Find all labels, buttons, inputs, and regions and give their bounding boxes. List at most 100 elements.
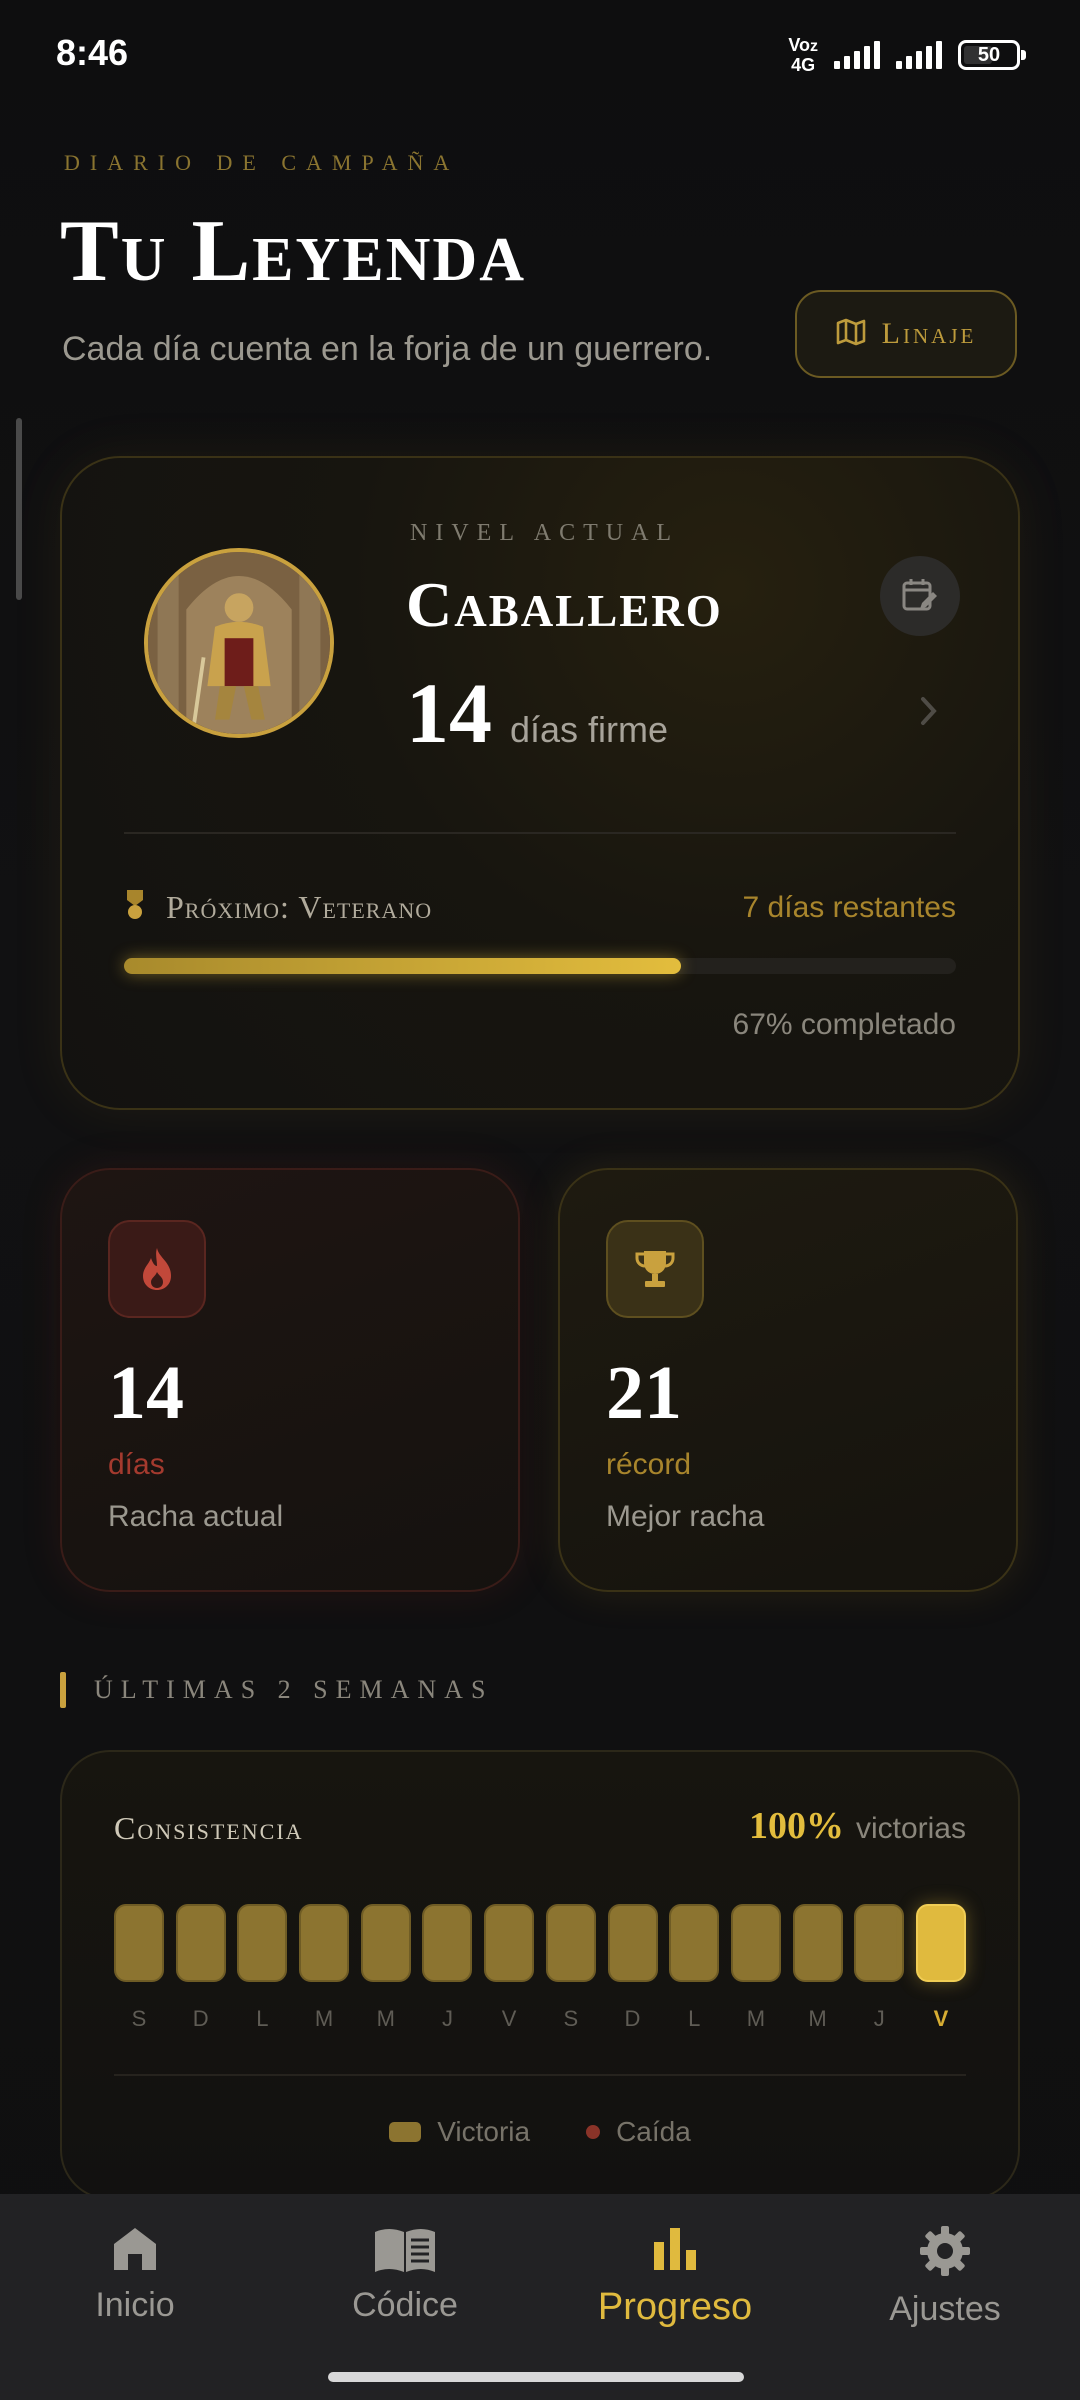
day-letter: J xyxy=(873,2006,885,2031)
knight-avatar xyxy=(144,548,334,738)
best-streak-unit: récord xyxy=(606,1448,692,1481)
best-streak-value: 21 xyxy=(606,1351,682,1435)
trophy-icon xyxy=(635,1251,675,1287)
level-days: 14 días firme xyxy=(406,670,668,756)
day-block: L xyxy=(237,1904,288,2032)
legend-fall-label: Caída xyxy=(616,2116,691,2147)
level-days-unit: días firme xyxy=(510,709,669,750)
lineage-button[interactable]: Linaje xyxy=(795,290,1017,378)
page-subtitle: Cada día cuenta en la forja de un guerre… xyxy=(62,330,713,368)
day-letter: V xyxy=(501,2006,517,2031)
signal-icon xyxy=(834,41,880,69)
consistency-summary: 100% victorias xyxy=(749,1804,966,1848)
day-block: L xyxy=(669,1904,720,2032)
nav-item-progreso[interactable]: Progreso xyxy=(540,2224,810,2329)
nav-item-codice[interactable]: Códice xyxy=(270,2224,540,2325)
bottom-nav: Inicio Códice Progreso Ajustes xyxy=(0,2194,1080,2400)
day-letter: L xyxy=(256,2006,269,2031)
edit-calendar-icon xyxy=(902,579,937,611)
nav-item-inicio[interactable]: Inicio xyxy=(0,2224,270,2325)
level-name: Caballero xyxy=(406,569,723,640)
day-block: J xyxy=(854,1904,905,2032)
scrollbar[interactable] xyxy=(16,418,22,600)
consistency-title: Consistencia xyxy=(114,1810,304,1846)
section-accent-bar xyxy=(60,1672,66,1708)
day-block: V xyxy=(484,1904,535,2032)
day-letter: M xyxy=(376,2006,395,2031)
current-streak-value: 14 xyxy=(108,1351,184,1435)
nav-item-ajustes[interactable]: Ajustes xyxy=(810,2224,1080,2329)
day-letter: D xyxy=(192,2006,209,2031)
day-block: M xyxy=(730,1904,781,2032)
day-letter: M xyxy=(808,2006,827,2031)
legend-victory-swatch xyxy=(389,2122,422,2142)
nav-label-codice: Códice xyxy=(352,2286,458,2324)
network-type: Voz 4G xyxy=(788,35,818,75)
weeks-heading: ÚLTIMAS 2 SEMANAS xyxy=(94,1675,494,1704)
consistency-legend: Victoria Caída xyxy=(62,2116,1018,2148)
level-card: NIVEL ACTUAL Caballero 14 días firme Pró… xyxy=(60,456,1020,1110)
nav-label-inicio: Inicio xyxy=(95,2286,175,2324)
day-block: M xyxy=(360,1904,411,2032)
day-letter: L xyxy=(688,2006,701,2031)
day-letter: M xyxy=(746,2006,766,2031)
level-days-number: 14 xyxy=(406,665,492,761)
best-streak-caption: Mejor racha xyxy=(606,1500,765,1533)
flame-icon-box xyxy=(108,1220,206,1318)
day-result-victoria xyxy=(175,1904,226,1982)
next-level-row: Próximo: Veterano 7 días restantes xyxy=(124,888,956,927)
legend-fall-swatch xyxy=(586,2125,601,2139)
day-letter: M xyxy=(314,2006,334,2031)
day-block: M xyxy=(299,1904,350,2032)
day-result-victoria xyxy=(484,1904,535,1982)
days-remaining: 7 días restantes xyxy=(742,890,956,924)
lineage-button-label: Linaje xyxy=(881,317,977,350)
day-letter: S xyxy=(131,2006,147,2031)
consistency-divider xyxy=(114,2074,966,2076)
nav-label-ajustes: Ajustes xyxy=(889,2290,1001,2328)
level-divider xyxy=(124,832,956,834)
day-result-victoria xyxy=(854,1904,905,1982)
level-progress-bar xyxy=(124,958,956,974)
day-result-victoria xyxy=(299,1904,350,1982)
day-block: V xyxy=(915,1904,966,2032)
day-result-victoria xyxy=(607,1904,658,1982)
day-result-victoria xyxy=(545,1904,596,1982)
day-block: D xyxy=(607,1904,658,2032)
medal-icon xyxy=(124,888,146,927)
current-streak-card: 14 días Racha actual xyxy=(60,1168,520,1592)
day-letter: J xyxy=(441,2006,453,2031)
day-result-victoria xyxy=(792,1904,843,1982)
day-result-victoria xyxy=(237,1904,288,1982)
progress-percent: 67% completado xyxy=(732,1008,956,1041)
page-title: Tu Leyenda xyxy=(60,203,526,300)
day-block: S xyxy=(114,1904,164,2032)
battery-level: 50 xyxy=(977,43,1001,66)
signal-icon-2 xyxy=(896,41,942,69)
day-result-victoria xyxy=(114,1904,164,1982)
book-icon xyxy=(375,2229,435,2272)
trophy-icon-box xyxy=(606,1220,704,1318)
next-level-label: Próximo: Veterano xyxy=(166,889,433,925)
bar-chart-icon xyxy=(654,2228,696,2270)
day-result-victoria xyxy=(360,1904,411,1982)
gear-icon xyxy=(920,2226,970,2276)
level-eyebrow: NIVEL ACTUAL xyxy=(410,520,680,546)
chevron-right-icon[interactable] xyxy=(918,694,940,733)
day-letter: D xyxy=(624,2006,641,2031)
page-eyebrow: DIARIO DE CAMPAÑA xyxy=(64,150,460,175)
home-indicator[interactable] xyxy=(328,2372,744,2382)
nav-label-progreso: Progreso xyxy=(597,2286,753,2328)
edit-calendar-button[interactable] xyxy=(880,556,960,636)
best-streak-card: 21 récord Mejor racha xyxy=(558,1168,1018,1592)
day-result-victoria xyxy=(422,1904,473,1982)
day-block: J xyxy=(422,1904,473,2032)
home-icon xyxy=(114,2228,156,2270)
day-result-victoria xyxy=(915,1904,966,1982)
day-block: S xyxy=(545,1904,596,2032)
current-streak-unit: días xyxy=(108,1448,165,1481)
consistency-card: Consistencia 100% victorias S D L M M J V S D L M M… xyxy=(60,1750,1020,2200)
flame-icon xyxy=(143,1248,171,1290)
weeks-section-header: ÚLTIMAS 2 SEMANAS xyxy=(60,1672,493,1708)
day-result-victoria xyxy=(669,1904,720,1982)
